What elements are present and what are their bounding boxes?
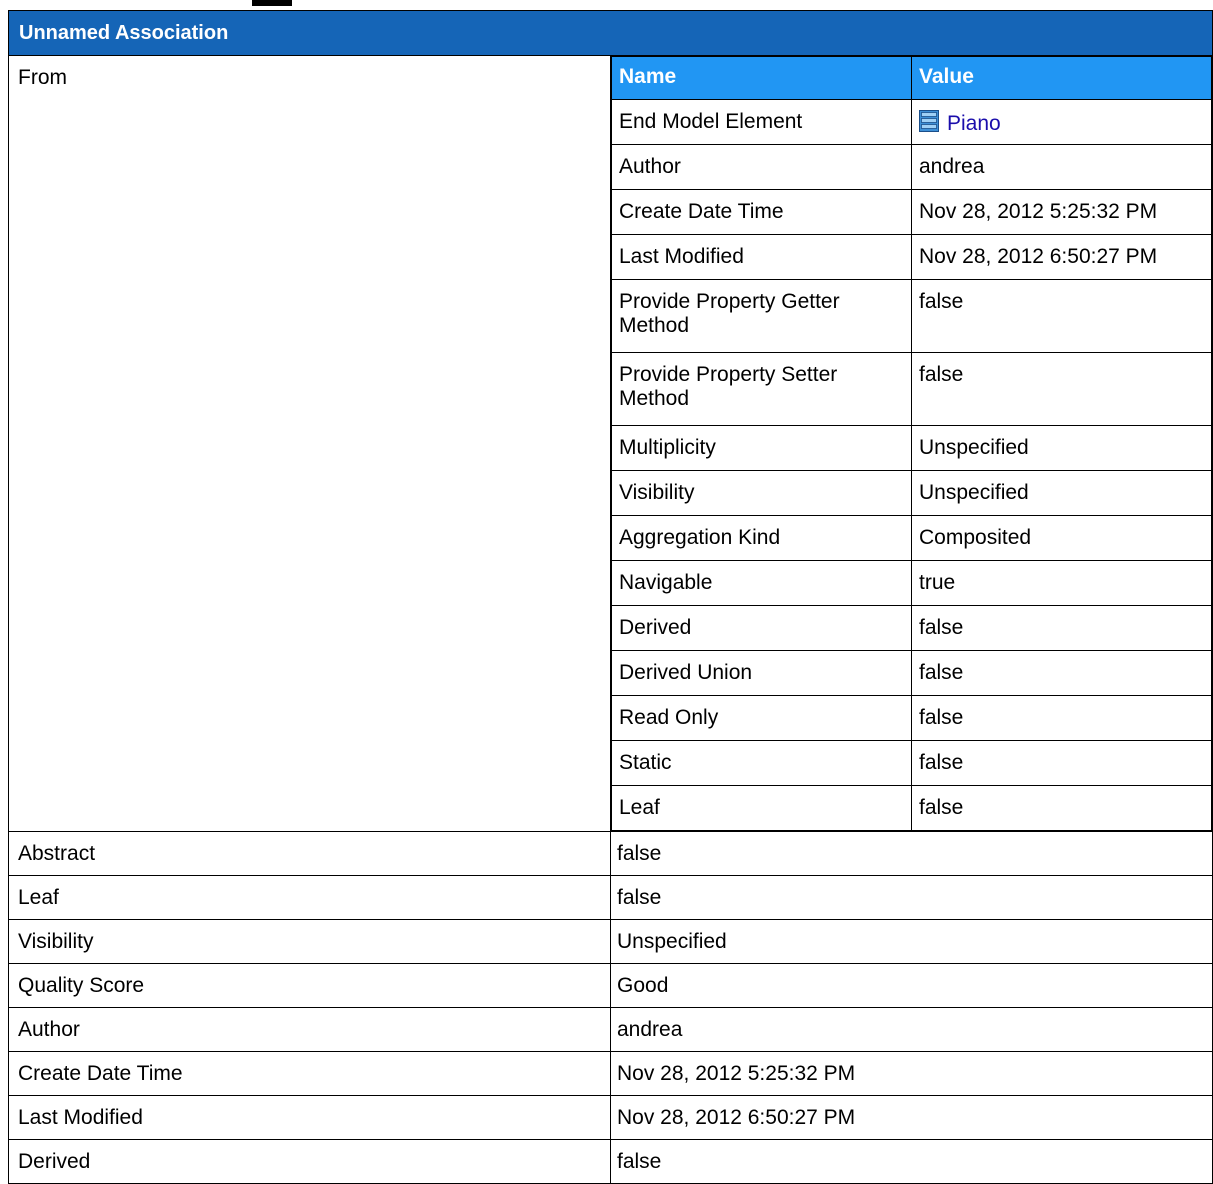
property-value: false <box>610 1139 1213 1184</box>
property-value: Nov 28, 2012 5:25:32 PM <box>911 189 1212 235</box>
class-icon <box>919 110 939 132</box>
from-row-read-only: Read Only false <box>611 695 1212 741</box>
property-name: Provide Property Getter Method <box>611 279 912 353</box>
property-row-leaf: Leaf false <box>8 875 1213 920</box>
property-name: Last Modified <box>611 234 912 280</box>
property-value: Good <box>610 963 1213 1008</box>
property-value: false <box>911 650 1212 696</box>
title-row: Unnamed Association <box>8 10 1213 56</box>
from-row-multiplicity: Multiplicity Unspecified <box>611 425 1212 471</box>
from-row-static: Static false <box>611 740 1212 786</box>
property-value: andrea <box>911 144 1212 190</box>
property-value: true <box>911 560 1212 606</box>
property-value: Nov 28, 2012 5:25:32 PM <box>610 1051 1213 1096</box>
property-name: Create Date Time <box>611 189 912 235</box>
from-row-derived: Derived false <box>611 605 1212 651</box>
from-row-author: Author andrea <box>611 144 1212 190</box>
property-name: Leaf <box>8 875 611 920</box>
property-value: andrea <box>610 1007 1213 1052</box>
property-value: false <box>911 279 1212 353</box>
piano-link[interactable]: Piano <box>911 99 1212 145</box>
property-value: false <box>610 875 1213 920</box>
heading-glyph-fragment <box>252 0 292 6</box>
property-value: Nov 28, 2012 6:50:27 PM <box>911 234 1212 280</box>
from-row-visibility: Visibility Unspecified <box>611 470 1212 516</box>
association-title: Unnamed Association <box>8 10 1213 56</box>
property-name: Quality Score <box>8 963 611 1008</box>
property-name: Static <box>611 740 912 786</box>
property-name: Author <box>8 1007 611 1052</box>
from-row-leaf: Leaf false <box>611 785 1212 831</box>
piano-link-text[interactable]: Piano <box>947 112 1001 135</box>
page-heading-fragment <box>0 0 1213 10</box>
property-row-abstract: Abstract false <box>8 831 1213 876</box>
property-row-visibility: Visibility Unspecified <box>8 919 1213 964</box>
from-row-last-modified: Last Modified Nov 28, 2012 6:50:27 PM <box>611 234 1212 280</box>
from-row: From Name Value End Model Element Piano … <box>8 55 1213 832</box>
property-value: Nov 28, 2012 6:50:27 PM <box>610 1095 1213 1140</box>
property-value: false <box>911 352 1212 426</box>
property-row-last-modified: Last Modified Nov 28, 2012 6:50:27 PM <box>8 1095 1213 1140</box>
from-row-create-date-time: Create Date Time Nov 28, 2012 5:25:32 PM <box>611 189 1212 235</box>
from-label: From <box>8 55 611 832</box>
from-row-setter: Provide Property Setter Method false <box>611 352 1212 426</box>
property-name: Derived <box>8 1139 611 1184</box>
property-value: false <box>911 605 1212 651</box>
from-details-table: Name Value End Model Element Piano Autho… <box>611 56 1212 831</box>
property-name: Provide Property Setter Method <box>611 352 912 426</box>
property-name: Visibility <box>8 919 611 964</box>
property-value: Unspecified <box>911 425 1212 471</box>
property-row-derived: Derived false <box>8 1139 1213 1184</box>
from-row-getter: Provide Property Getter Method false <box>611 279 1212 353</box>
property-name: Visibility <box>611 470 912 516</box>
property-value: Composited <box>911 515 1212 561</box>
from-row-derived-union: Derived Union false <box>611 650 1212 696</box>
association-table: Unnamed Association From Name Value End … <box>8 10 1213 1184</box>
property-value: false <box>911 695 1212 741</box>
from-row-navigable: Navigable true <box>611 560 1212 606</box>
property-name: Derived <box>611 605 912 651</box>
property-name: Read Only <box>611 695 912 741</box>
property-name: Last Modified <box>8 1095 611 1140</box>
property-name: Create Date Time <box>8 1051 611 1096</box>
from-row-aggregation-kind: Aggregation Kind Composited <box>611 515 1212 561</box>
property-row-create-date-time: Create Date Time Nov 28, 2012 5:25:32 PM <box>8 1051 1213 1096</box>
property-name: Leaf <box>611 785 912 831</box>
from-details-cell: Name Value End Model Element Piano Autho… <box>610 55 1213 832</box>
property-name: Derived Union <box>611 650 912 696</box>
name-column-header: Name <box>611 56 912 100</box>
property-value: Unspecified <box>911 470 1212 516</box>
property-name: End Model Element <box>611 99 912 145</box>
value-column-header: Value <box>911 56 1212 100</box>
property-value: false <box>911 740 1212 786</box>
property-value: false <box>911 785 1212 831</box>
property-name: Multiplicity <box>611 425 912 471</box>
property-name: Aggregation Kind <box>611 515 912 561</box>
property-name: Author <box>611 144 912 190</box>
property-name: Abstract <box>8 831 611 876</box>
property-row-quality-score: Quality Score Good <box>8 963 1213 1008</box>
from-header-row: Name Value <box>611 56 1212 100</box>
property-value: Unspecified <box>610 919 1213 964</box>
from-row-end-model-element: End Model Element Piano <box>611 99 1212 145</box>
property-row-author: Author andrea <box>8 1007 1213 1052</box>
property-value: false <box>610 831 1213 876</box>
property-name: Navigable <box>611 560 912 606</box>
